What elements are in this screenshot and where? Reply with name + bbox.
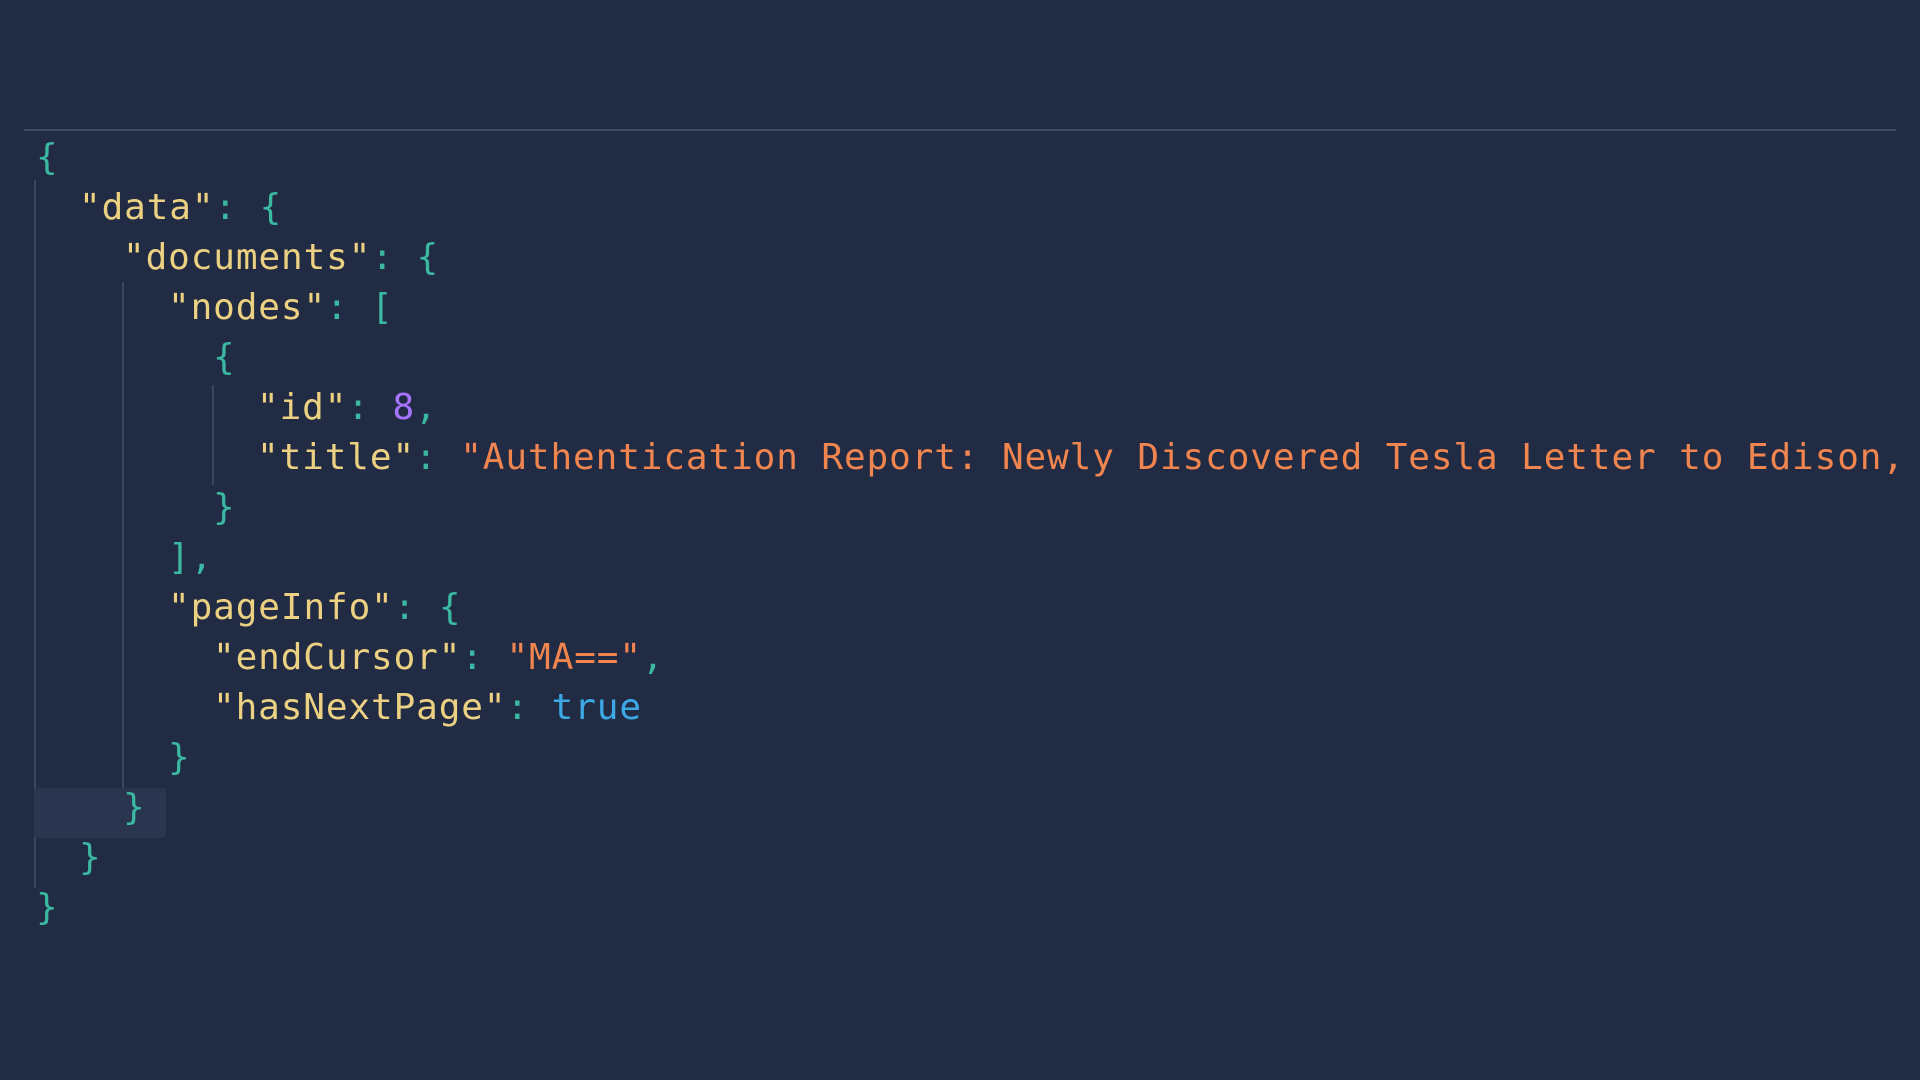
code-line: "hasNextPage": true [213,687,642,728]
code-line: } [36,887,59,928]
code-line: ], [168,537,214,578]
json-key: "pageInfo" [168,587,394,628]
json-key: "endCursor" [213,637,462,678]
code-line: } [123,787,146,828]
json-string-value: "Authentication Report: Newly Discovered… [460,437,1905,478]
code-line: "id": 8, [257,387,438,428]
json-number-value: 8 [392,387,416,428]
json-response-viewer: { "data": { "documents": { "nodes": [ { … [0,0,1920,1080]
code-line: "title": "Authentication Report: Newly D… [257,437,1905,478]
code-line: } [168,737,191,778]
json-boolean-value: true [551,687,642,728]
json-key: "title" [257,437,416,478]
code-line: { [213,337,236,378]
json-string-value: "MA==" [506,637,642,678]
code-line: "data": { [79,187,283,228]
code-line: } [79,837,102,878]
code-line: "documents": { [123,237,440,278]
code-line: "endCursor": "MA==", [213,637,665,678]
json-key: "nodes" [168,287,327,328]
code-line: "pageInfo": { [168,587,462,628]
code-line: { [36,137,59,178]
json-key: "data" [79,187,215,228]
json-key: "hasNextPage" [213,687,507,728]
code-line: "nodes": [ [168,287,394,328]
code-block[interactable]: { "data": { "documents": { "nodes": [ { … [0,129,1920,1079]
json-key: "documents" [123,237,372,278]
code-line: } [213,487,236,528]
json-key: "id" [257,387,348,428]
